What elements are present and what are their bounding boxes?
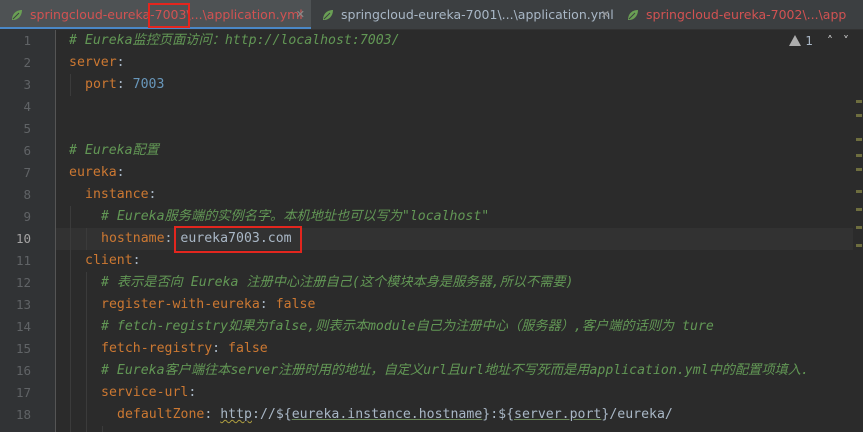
spring-leaf-icon	[628, 10, 638, 20]
comment-url[interactable]: http://localhost:7003/	[225, 33, 400, 48]
code-line-1: # Eureka监控页面访问：http://localhost:7003/	[69, 30, 400, 52]
scroll-marker	[856, 154, 862, 157]
code-line-9: # Eureka服务端的实例名字。本机地址也可以写为"localhost"	[101, 206, 489, 228]
scroll-marker	[856, 190, 862, 193]
indent-guide	[70, 74, 71, 96]
inspection-widget[interactable]: 1 ˄ ˅	[789, 34, 849, 52]
tab-label-suffix: \...\application.yml	[186, 7, 303, 22]
vertical-scrollbar[interactable]	[853, 30, 863, 432]
warning-count: 1	[805, 34, 813, 48]
scroll-marker	[856, 208, 862, 211]
line-number: 6	[23, 143, 31, 158]
yaml-key: eureka	[69, 165, 117, 180]
line-number: 14	[15, 319, 31, 334]
yaml-value-part: }/eureka/	[601, 407, 673, 422]
tab-springcloud-eureka-7001-application-yml[interactable]: springcloud-eureka-7001\...\application.…	[311, 0, 616, 29]
code-line-7: eureka:	[69, 165, 125, 180]
tab-label: springcloud-eureka-7001\...\application.…	[341, 7, 614, 22]
comment: # fetch-registry如果为false,则表示本module自己为注册…	[101, 319, 714, 334]
line-number: 17	[15, 385, 31, 400]
scroll-marker	[856, 100, 862, 103]
line-number: 9	[23, 209, 31, 224]
line-number: 1	[23, 33, 31, 48]
line-number: 13	[15, 297, 31, 312]
indent-guide	[86, 272, 87, 432]
line-number-gutter: 1 2 3 4 5 6 7 8 9 10 11 12 13 14 15 16 1…	[0, 30, 56, 432]
line-number: 15	[15, 341, 31, 356]
yaml-key: service-url	[101, 385, 189, 400]
yaml-value: false	[275, 297, 316, 312]
code-line-11: client:	[85, 253, 141, 268]
tab-label: springcloud-eureka-7002\...\app	[646, 7, 847, 22]
line-number: 3	[23, 77, 31, 92]
yaml-value: 7003	[132, 77, 165, 92]
line-number-current: 10	[15, 231, 31, 246]
yaml-value: false	[228, 341, 268, 356]
yaml-key: client	[85, 253, 133, 268]
line-number: 4	[23, 99, 31, 114]
line-number: 12	[15, 275, 31, 290]
yaml-key: fetch-registry	[101, 341, 213, 356]
yaml-value-part: }:${	[482, 407, 515, 422]
code-line-13: register-with-eureka: false	[101, 297, 316, 312]
code-line-18: defaultZone: http://${eureka.instance.ho…	[117, 407, 673, 422]
scroll-marker	[856, 226, 862, 229]
code-editor[interactable]: # Eureka监控页面访问：http://localhost:7003/ se…	[56, 30, 853, 432]
line-number: 16	[15, 363, 31, 378]
yaml-value-scheme: http	[220, 407, 252, 422]
indent-guide	[86, 228, 87, 250]
tab-springcloud-eureka-7002-application-yml[interactable]: springcloud-eureka-7002\...\app	[616, 0, 863, 29]
code-line-2: server:	[69, 55, 125, 70]
code-line-16: # Eureka客户端往本server注册时用的地址，自定义url且url地址不…	[101, 360, 809, 382]
spring-leaf-icon	[12, 10, 22, 20]
code-line-8: instance:	[85, 187, 157, 202]
close-tab-icon[interactable]: ✕	[296, 0, 305, 29]
comment: # Eureka监控页面访问：	[69, 33, 225, 48]
placeholder-reference[interactable]: eureka.instance.hostname	[292, 407, 483, 422]
tab-springcloud-eureka-7003-application-yml[interactable]: springcloud-eureka-7003\...\application.…	[0, 0, 311, 29]
editor-tab-bar: springcloud-eureka-7003\...\application.…	[0, 0, 863, 30]
next-highlight-icon[interactable]: ˅	[843, 34, 849, 48]
comment: # 表示是否向 Eureka 注册中心注册自己(这个模块本身是服务器,所以不需要…	[101, 275, 574, 290]
code-line-6: # Eureka配置	[69, 140, 159, 162]
yaml-key: server	[69, 55, 117, 70]
line-number: 2	[23, 55, 31, 70]
line-number: 5	[23, 121, 31, 136]
code-line-17: service-url:	[101, 385, 197, 400]
comment: # Eureka客户端往本server注册时用的地址，自定义url且url地址不…	[101, 363, 809, 378]
indent-guide	[70, 206, 71, 432]
yaml-key: register-with-eureka	[101, 297, 260, 312]
yaml-value: eureka7003.com	[180, 231, 292, 246]
code-line-15: fetch-registry: false	[101, 341, 268, 356]
scroll-marker	[856, 114, 862, 117]
yaml-value-part: ://${	[252, 407, 292, 422]
line-number: 11	[15, 253, 31, 268]
spring-leaf-icon	[323, 10, 333, 20]
code-line-12: # 表示是否向 Eureka 注册中心注册自己(这个模块本身是服务器,所以不需要…	[101, 272, 573, 294]
yaml-key: defaultZone	[117, 407, 205, 422]
line-number: 8	[23, 187, 31, 202]
comment: # Eureka服务端的实例名字。本机地址也可以写为"localhost"	[101, 209, 490, 224]
previous-highlight-icon[interactable]: ˄	[827, 34, 833, 48]
line-number: 7	[23, 165, 31, 180]
tab-label-prefix: springcloud-eureka-	[30, 7, 155, 22]
yaml-key: instance	[85, 187, 149, 202]
code-line-3: port: 7003	[85, 77, 165, 92]
scroll-marker	[856, 168, 862, 171]
tab-label-highlight: 7003	[154, 7, 187, 22]
code-line-14: # fetch-registry如果为false,则表示本module自己为注册…	[101, 316, 714, 338]
line-number: 18	[15, 407, 31, 422]
close-tab-icon[interactable]: ✕	[601, 0, 610, 29]
placeholder-reference[interactable]: server.port	[514, 407, 601, 422]
yaml-key: port	[85, 77, 117, 92]
scroll-marker	[856, 244, 862, 247]
yaml-key: hostname	[101, 231, 165, 246]
indent-guide	[102, 426, 103, 432]
comment: # Eureka配置	[69, 143, 159, 158]
code-line-10: hostname: eureka7003.com	[101, 231, 292, 246]
scroll-marker	[856, 138, 862, 141]
warning-icon	[789, 35, 802, 46]
